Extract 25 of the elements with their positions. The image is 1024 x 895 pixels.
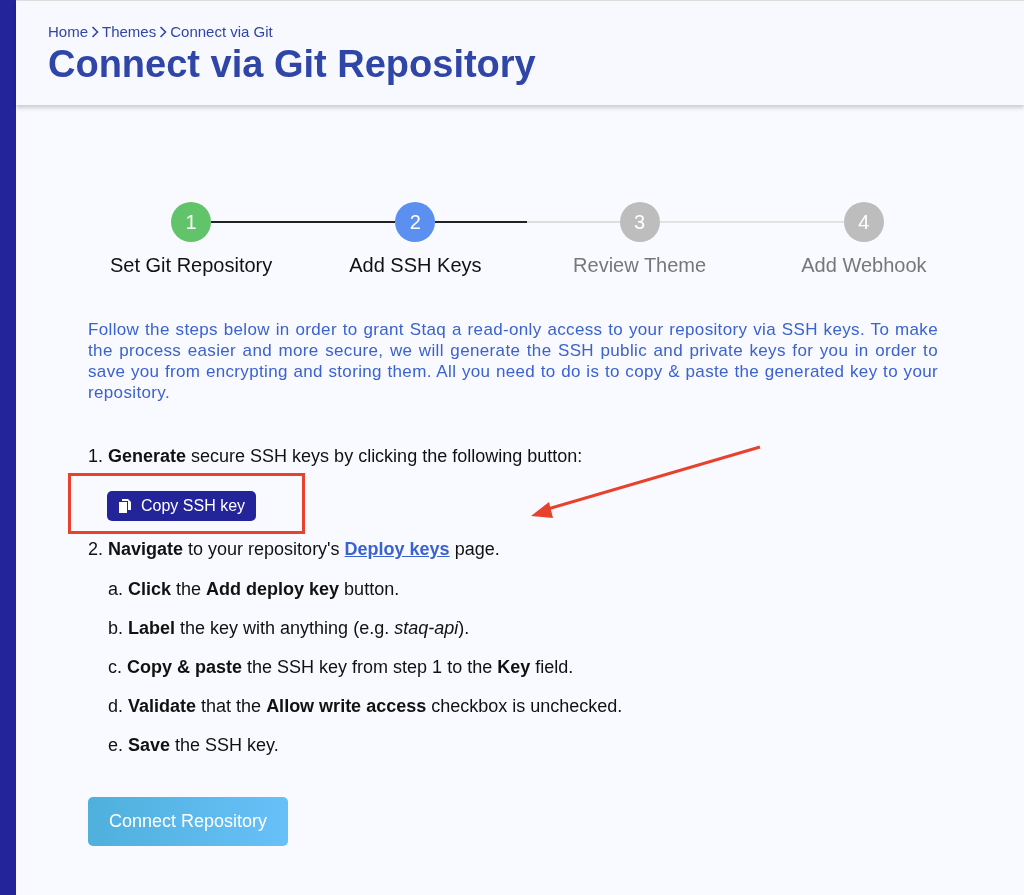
breadcrumb-link[interactable]: Connect via Git [170, 23, 273, 41]
instruction-step: e. Save the SSH key. [108, 734, 938, 756]
chevron-icon [91, 26, 99, 38]
step-number: 1 [171, 202, 212, 242]
intro-paragraph: Follow the steps below in order to grant Staq a read-only access to your repository via SSH keys. To make the process easier and more secure, we will generate the SSH public and private keys for you in order to save you from encrypting and storing them. All you need to do is to copy & paste the generated key to your repository. [88, 319, 938, 403]
instruction-step: a. Click the Add deploy key button. [108, 578, 938, 600]
instruction-step: b. Label the key with anything (e.g. staq-api). [108, 617, 938, 639]
breadcrumb-link[interactable]: Home [48, 23, 88, 41]
step-number: 3 [619, 202, 660, 242]
instruction-text: 2. Navigate to your repository's Deploy keys page. [88, 538, 501, 560]
instruction-text: 1. Generate secure SSH keys by clicking the following button: [88, 445, 584, 467]
instruction-step: d. Validate that the Allow write access checkbox is unchecked. [108, 695, 938, 717]
step-label: Add SSH Keys [349, 253, 482, 277]
instruction-step: c. Copy & paste the SSH key from step 1 to the Key field. [108, 656, 938, 678]
step-number: 2 [395, 202, 436, 242]
step-number: 4 [843, 202, 884, 242]
step-label: Review Theme [573, 253, 707, 277]
copy-ssh-key-button[interactable]: Copy SSH key [107, 491, 257, 521]
step-label: Add Webhook [801, 253, 927, 277]
copy-icon [118, 498, 132, 514]
breadcrumb-link[interactable]: Themes [102, 23, 157, 41]
chevron-icon [159, 26, 168, 38]
step-label: Set Git Repository [109, 253, 273, 277]
deploy-keys-link[interactable]: Deploy keys [344, 539, 450, 559]
page-title: Connect via Git Repository [48, 42, 537, 87]
